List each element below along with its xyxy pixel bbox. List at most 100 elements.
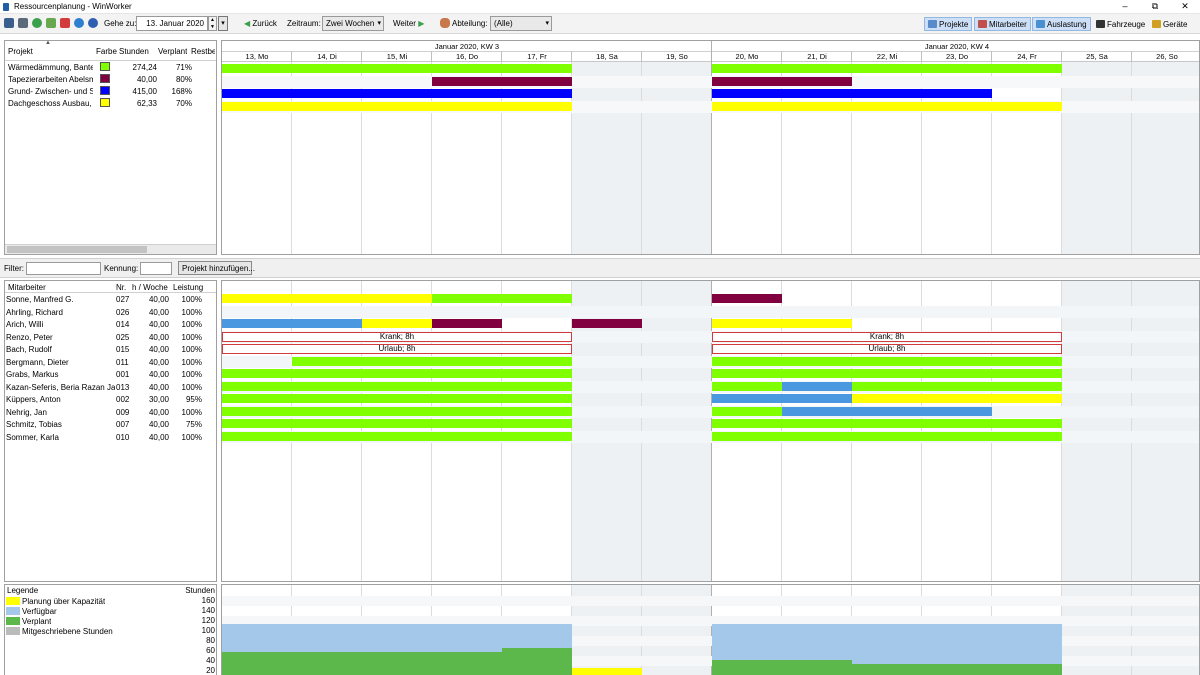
employee-row[interactable]: Sommer, Karla 010 40,00 100% <box>5 431 216 443</box>
view-employees-button[interactable]: Mitarbeiter <box>974 17 1031 31</box>
filter-input[interactable] <box>26 262 101 275</box>
assignment-bar[interactable] <box>292 356 572 366</box>
project-bar[interactable] <box>712 89 992 98</box>
goto-date-input[interactable]: 13. Januar 2020 <box>136 16 208 31</box>
column-performance[interactable]: Leistung <box>173 283 203 292</box>
column-hours-week[interactable]: h / Woche <box>132 283 168 292</box>
employee-performance: 75% <box>185 420 202 429</box>
view-vehicles-button[interactable]: Fahrzeuge <box>1092 17 1149 31</box>
view-devices-button[interactable]: Geräte <box>1148 17 1191 31</box>
assignment-bar[interactable] <box>712 431 1062 441</box>
assignment-bar[interactable] <box>782 406 992 416</box>
next-button[interactable]: Weiter ▶ <box>393 19 424 28</box>
employee-row[interactable]: Renzo, Peter 025 40,00 100% <box>5 331 216 343</box>
assignment-bar[interactable] <box>222 394 572 403</box>
assignment-bar[interactable] <box>222 431 572 441</box>
assignment-bar[interactable] <box>222 381 572 391</box>
project-bar[interactable] <box>712 64 1062 73</box>
assignment-bar[interactable] <box>712 381 782 391</box>
scrollbar-thumb[interactable] <box>7 246 147 253</box>
employee-row[interactable]: Kazan-Seferis, Beria Razan Janset013 40,0… <box>5 381 216 393</box>
employee-hours-week: 40,00 <box>148 295 169 304</box>
assignment-bar[interactable] <box>432 319 502 328</box>
project-list-scrollbar[interactable] <box>5 244 216 254</box>
project-bar[interactable] <box>222 64 572 73</box>
employee-row[interactable]: Küppers, Anton 002 30,00 95% <box>5 393 216 405</box>
planned-bar <box>852 664 922 675</box>
absence-bar[interactable]: Krank; 8h <box>712 331 1062 342</box>
assignment-bar[interactable] <box>222 406 572 416</box>
assignment-bar[interactable] <box>712 356 1062 366</box>
kennung-input[interactable] <box>140 262 172 275</box>
date-spinner[interactable]: ▲ ▼ <box>208 16 217 31</box>
add-project-button[interactable]: Projekt hinzufügen... <box>178 261 255 275</box>
column-hours[interactable]: Stunden <box>119 47 149 56</box>
assignment-bar[interactable] <box>362 319 432 328</box>
department-icon <box>440 18 450 28</box>
assignment-bar[interactable] <box>782 381 852 391</box>
assignment-bar[interactable] <box>712 319 852 328</box>
employee-row[interactable]: Nehrig, Jan 009 40,00 100% <box>5 406 216 418</box>
planned-bar <box>222 652 292 675</box>
assignment-bar[interactable] <box>712 419 1062 428</box>
minimize-button[interactable]: – <box>1110 0 1140 14</box>
project-bar[interactable] <box>222 101 572 111</box>
project-bar[interactable] <box>222 89 572 98</box>
project-bar[interactable] <box>712 76 852 86</box>
employee-row[interactable]: Schmitz, Tobias 007 40,00 75% <box>5 418 216 430</box>
range-select[interactable]: Zwei Wochen ▾ <box>322 16 384 31</box>
employee-row[interactable]: Bach, Rudolf 015 40,00 100% <box>5 343 216 355</box>
project-row[interactable]: Tapezierarbeiten Abelsma 40,00 80% <box>5 73 216 85</box>
help-icon[interactable] <box>88 18 98 28</box>
assignment-bar[interactable] <box>222 319 362 328</box>
employee-hours-week: 40,00 <box>148 432 169 442</box>
column-nr[interactable]: Nr. <box>116 283 126 292</box>
project-bar[interactable] <box>432 76 572 86</box>
date-picker-button[interactable]: ▾ <box>218 16 228 31</box>
maximize-button[interactable]: ⧉ <box>1140 0 1170 14</box>
column-rest[interactable]: Restbed <box>191 47 215 56</box>
globe-icon[interactable] <box>74 18 84 28</box>
column-planned[interactable]: Verplant <box>158 47 187 56</box>
refresh-icon[interactable] <box>32 18 42 28</box>
close-button[interactable]: ✕ <box>1170 0 1200 14</box>
assignment-bar[interactable] <box>222 369 572 378</box>
view-utilization-button[interactable]: Auslastung <box>1032 17 1091 31</box>
column-color[interactable]: Farbe <box>96 47 117 56</box>
assignment-bar[interactable] <box>712 406 782 416</box>
employee-row[interactable]: Sonne, Manfred G. 027 40,00 100% <box>5 293 216 305</box>
assignment-bar[interactable] <box>712 394 852 403</box>
column-employee[interactable]: Mitarbeiter <box>8 283 46 292</box>
sort-indicator-icon: ▲ <box>45 40 51 46</box>
department-select[interactable]: (Alle) ▾ <box>490 16 552 31</box>
project-row[interactable]: Grund- Zwischen- und Sc 415,00 168% <box>5 85 216 97</box>
project-row[interactable]: Dachgeschoss Ausbau, Ba 62,33 70% <box>5 97 216 109</box>
absence-bar[interactable]: Urlaub; 8h <box>712 344 1062 354</box>
employee-row[interactable]: Arich, Willi 014 40,00 100% <box>5 318 216 330</box>
calendar-cancel-icon[interactable] <box>60 18 70 28</box>
legend-title: Legende <box>7 586 39 595</box>
employee-row[interactable]: Bergmann, Dieter 011 40,00 100% <box>5 356 216 368</box>
save-icon[interactable] <box>4 18 14 28</box>
absence-bar[interactable]: Urlaub; 8h <box>222 344 572 354</box>
employee-hours-week: 40,00 <box>148 382 169 392</box>
column-project[interactable]: Projekt <box>8 47 33 56</box>
assignment-bar[interactable] <box>852 381 1062 391</box>
assignment-bar[interactable] <box>222 419 572 428</box>
print-icon[interactable] <box>18 18 28 28</box>
back-button[interactable]: ◀ Zurück <box>244 19 277 28</box>
assignment-bar[interactable] <box>572 319 642 328</box>
assignment-bar[interactable] <box>222 294 432 303</box>
assignment-bar[interactable] <box>852 394 1062 403</box>
absence-bar[interactable]: Krank; 8h <box>222 331 572 342</box>
export-icon[interactable] <box>46 18 56 28</box>
assignment-bar[interactable] <box>712 294 782 303</box>
project-row[interactable]: Wärmedämmung, Banter 274,24 71% <box>5 61 216 73</box>
project-bar[interactable] <box>712 101 1062 111</box>
assignment-bar[interactable] <box>432 294 572 303</box>
employee-row[interactable]: Ahrling, Richard 026 40,00 100% <box>5 306 216 318</box>
view-projects-button[interactable]: Projekte <box>924 17 973 31</box>
project-color-swatch <box>100 86 110 95</box>
assignment-bar[interactable] <box>712 369 1062 378</box>
employee-row[interactable]: Grabs, Markus 001 40,00 100% <box>5 368 216 380</box>
